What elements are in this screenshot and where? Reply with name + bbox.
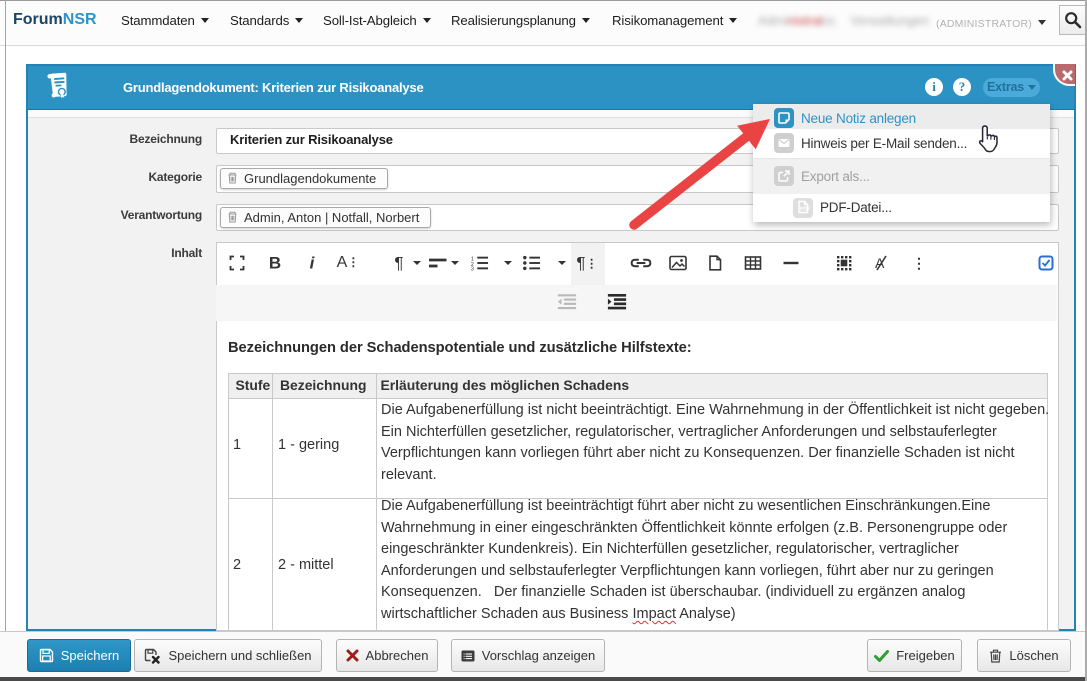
svg-text:PDF: PDF — [800, 206, 810, 212]
svg-text:3: 3 — [470, 267, 473, 271]
svg-text:A: A — [875, 255, 885, 271]
